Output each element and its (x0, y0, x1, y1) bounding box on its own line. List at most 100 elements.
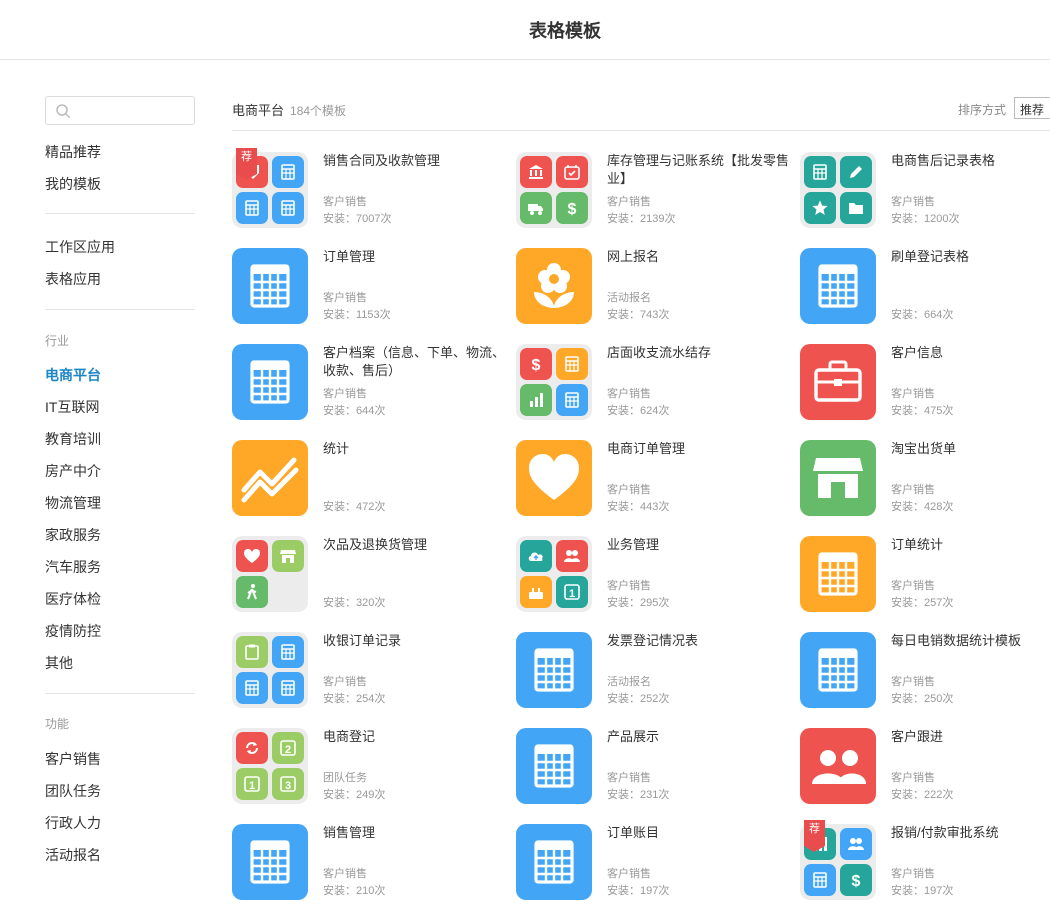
sidebar-item-ecommerce[interactable]: 电商平台 (45, 365, 101, 385)
sidebar-item-real-estate[interactable]: 房产中介 (45, 461, 101, 481)
template-card[interactable]: $ 店面收支流水结存 客户销售 安装：624次 (516, 344, 796, 424)
template-card[interactable]: 产品展示 客户销售 安装：231次 (516, 728, 796, 808)
table-icon (516, 728, 592, 804)
template-card[interactable]: 淘宝出货单 客户销售 安装：428次 (800, 440, 1050, 520)
template-category: 客户销售 (891, 196, 935, 208)
install-count: 安装：320次 (323, 597, 386, 609)
template-card[interactable]: 电商订单管理 客户销售 安装：443次 (516, 440, 796, 520)
sidebar-item-event-signup[interactable]: 活动报名 (45, 845, 101, 865)
quad-business-icon: 1 (516, 536, 592, 612)
install-count: 安装：7007次 (323, 213, 392, 225)
install-count: 安装：257次 (891, 597, 954, 609)
sidebar-item-admin-hr[interactable]: 行政人力 (45, 813, 101, 833)
divider (45, 693, 195, 694)
template-card[interactable]: 收银订单记录 客户销售安装：254次 (232, 632, 512, 712)
install-count: 安装：197次 (607, 885, 670, 897)
template-card[interactable]: 2 1 3 电商登记 团队任务 安装：249次 (232, 728, 512, 808)
sort-dropdown[interactable]: 推荐 (1014, 97, 1050, 119)
install-count: 安装：197次 (891, 885, 954, 897)
sidebar-item-table-apps[interactable]: 表格应用 (45, 269, 101, 289)
template-card[interactable]: 客户档案（信息、下单、物流、收款、售后） 客户销售 安装：644次 (232, 344, 512, 424)
category-title: 电商平台 (232, 103, 285, 118)
sidebar-item-my-templates[interactable]: 我的模板 (45, 174, 101, 194)
num1-icon: 1 (556, 576, 588, 608)
sidebar-item-customer-sales[interactable]: 客户销售 (45, 749, 101, 769)
table-icon (516, 632, 592, 708)
content-header: 电商平台 184个模板 (232, 100, 346, 119)
section-header-industry: 行业 (45, 334, 70, 348)
template-card[interactable]: 荐 销售合同及收款管理 客户销售 安装：7007次 (232, 148, 512, 232)
template-card[interactable]: 统计 安装：472次 (232, 440, 512, 520)
sidebar-item-team-tasks[interactable]: 团队任务 (45, 781, 101, 801)
template-name: 电商订单管理 (607, 441, 686, 456)
template-card[interactable]: 客户信息客户销售安装：475次 (800, 344, 1050, 424)
template-name: 业务管理 (607, 537, 660, 552)
template-category: 客户销售 (607, 484, 651, 496)
template-card[interactable]: 订单账目 客户销售 安装：197次 (516, 824, 796, 904)
sidebar-item-it[interactable]: IT互联网 (45, 397, 99, 417)
sidebar-item-logistics[interactable]: 物流管理 (45, 493, 101, 513)
template-card[interactable]: 电商售后记录表格 客户销售 安装：1200次 (800, 152, 1050, 232)
heart-icon (236, 540, 268, 572)
trend-icon (232, 440, 308, 516)
template-card[interactable]: 订单管理 客户销售 安装：1153次 (232, 248, 512, 328)
install-count: 安装：1200次 (891, 213, 960, 225)
template-name: 客户信息 (891, 345, 944, 360)
template-name: 发票登记情况表 (607, 633, 699, 648)
install-count: 安装：249次 (323, 789, 386, 801)
template-name: 网上报名 (607, 249, 660, 264)
template-category: 客户销售 (891, 772, 935, 784)
template-card[interactable]: 次品及退换货管理 安装：320次 (232, 536, 512, 616)
template-card[interactable]: 刷单登记表格 安装：664次 (800, 248, 1050, 328)
grid-icon (556, 384, 588, 416)
install-count: 安装：475次 (891, 405, 954, 417)
bars-icon (520, 384, 552, 416)
template-name: 刷单登记表格 (891, 249, 970, 264)
sidebar-item-education[interactable]: 教育培训 (45, 429, 101, 449)
template-card[interactable]: 销售管理 客户销售 安装：210次 (232, 824, 512, 904)
divider (232, 130, 1050, 131)
sidebar-item-epidemic[interactable]: 疫情防控 (45, 621, 101, 641)
sidebar-item-workspace-apps[interactable]: 工作区应用 (45, 237, 115, 257)
template-card[interactable]: 每日电销数据统计模板 客户销售 安装：250次 (800, 632, 1050, 712)
template-category: 客户销售 (323, 196, 367, 208)
template-card[interactable]: 客户跟进客户销售安装：222次 (800, 728, 1050, 808)
template-name: 电商登记 (323, 729, 376, 744)
truck-icon (520, 192, 552, 224)
install-count: 安装：743次 (607, 309, 670, 321)
template-category: 客户销售 (891, 676, 935, 688)
divider (45, 309, 195, 310)
grid-icon (272, 192, 304, 224)
sidebar-item-auto[interactable]: 汽车服务 (45, 557, 101, 577)
sidebar-item-other[interactable]: 其他 (45, 653, 73, 673)
svg-text:1: 1 (249, 780, 255, 792)
cloud-icon (520, 540, 552, 572)
template-name: 客户跟进 (891, 729, 944, 744)
template-count: 184个模板 (290, 104, 347, 118)
cake-icon (520, 576, 552, 608)
template-category: 客户销售 (323, 676, 367, 688)
template-card[interactable]: 发票登记情况表 活动报名 安装：252次 (516, 632, 796, 712)
table-icon (232, 824, 308, 900)
install-count: 安装：254次 (323, 693, 386, 705)
store-icon (800, 440, 876, 516)
page-title: 表格模板 (529, 21, 601, 41)
sidebar-item-medical[interactable]: 医疗体检 (45, 589, 101, 609)
table-icon (800, 632, 876, 708)
grid-icon (236, 192, 268, 224)
template-card[interactable]: $ 库存管理与记账系统【批发零售业】 客户销售 安装：2139次 (516, 152, 796, 232)
template-name: 收银订单记录 (323, 633, 402, 648)
sidebar-item-featured[interactable]: 精品推荐 (45, 142, 101, 162)
template-card[interactable]: 1 业务管理 客户销售 安装：295次 (516, 536, 796, 616)
install-count: 安装：222次 (891, 789, 954, 801)
sidebar-item-housekeeping[interactable]: 家政服务 (45, 525, 101, 545)
dollar-icon: $ (556, 192, 588, 224)
template-card[interactable]: 网上报名 活动报名 安装：743次 (516, 248, 796, 328)
template-card[interactable]: 订单统计 客户销售 安装：257次 (800, 536, 1050, 616)
template-card[interactable]: $ 荐 报销/付款审批系统 客户销售 安装：197次 (800, 820, 1050, 904)
template-category: 客户销售 (607, 388, 651, 400)
search-input[interactable] (45, 96, 195, 125)
template-category: 客户销售 (891, 388, 935, 400)
template-category: 客户销售 (323, 292, 367, 304)
clip-icon (236, 636, 268, 668)
